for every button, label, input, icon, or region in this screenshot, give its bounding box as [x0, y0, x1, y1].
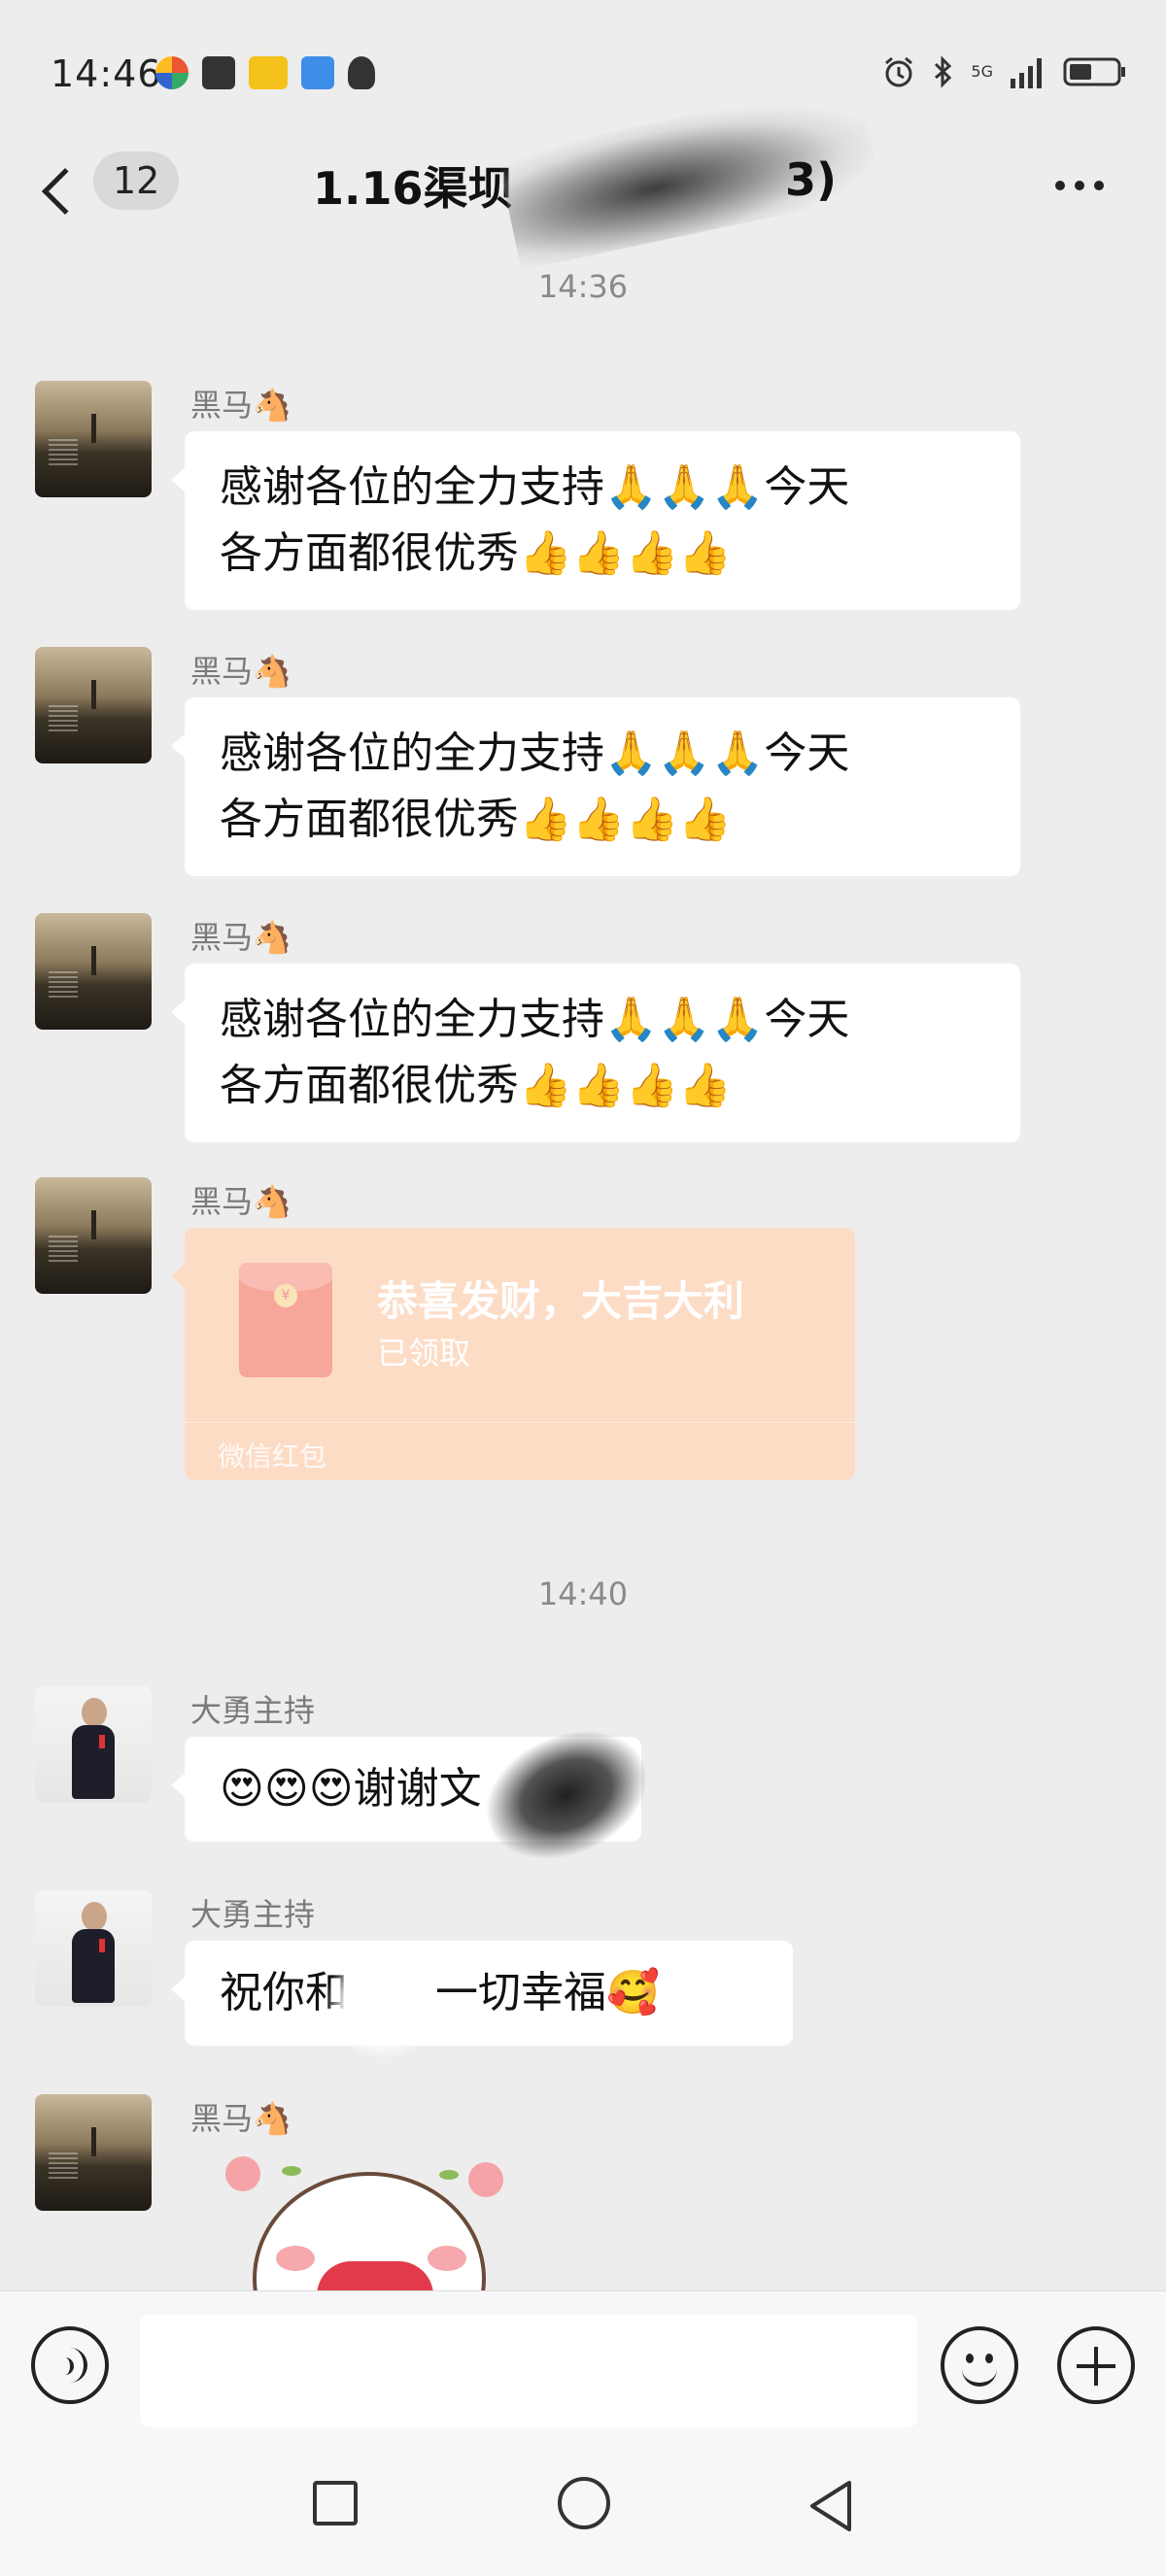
avatar[interactable] [35, 1177, 152, 1294]
thumbs-up-emoji: 👍👍👍👍 [519, 528, 733, 578]
chat-message: 大勇主持 祝你和 一切幸福🥰 [35, 1890, 1133, 2065]
divider [185, 1422, 855, 1423]
message-input-bar [0, 2290, 1166, 2438]
chat-title[interactable]: 1.16渠坝 [313, 153, 513, 218]
message-text: 谢谢文 [353, 1764, 482, 1813]
chat-message: 黑马🐴 感谢各位的全力支持🙏🙏🙏今天 各方面都很优秀👍👍👍👍 [35, 913, 1133, 1146]
sender-name: 大勇主持 [190, 1896, 316, 1933]
chat-message: 大勇主持 😍😍😍谢谢文 [35, 1686, 1133, 1882]
red-packet-status: 已领取 [377, 1335, 471, 1372]
chat-timestamp: 14:40 [537, 1576, 629, 1612]
shield-app-icon [301, 56, 334, 89]
sticker-face [253, 2172, 486, 2292]
chat-header: 12 1.16渠坝 3) [0, 79, 1166, 271]
sender-name: 黑马🐴 [190, 2100, 292, 2137]
bluetooth-icon [935, 55, 952, 88]
recent-apps-icon[interactable] [313, 2481, 358, 2525]
avatar[interactable] [35, 2094, 152, 2211]
redacted-scribble [466, 1708, 667, 1882]
voice-input-icon[interactable] [31, 2326, 109, 2404]
thumbs-up-emoji: 👍👍👍👍 [519, 795, 733, 844]
back-chevron-icon[interactable] [41, 167, 89, 216]
message-bubble[interactable]: 感谢各位的全力支持🙏🙏🙏今天 各方面都很优秀👍👍👍👍 [171, 964, 1020, 1142]
battery-icon [1063, 57, 1125, 86]
sender-name: 黑马🐴 [190, 387, 292, 424]
sender-name: 大勇主持 [190, 1692, 316, 1729]
more-options-icon[interactable] [1055, 181, 1104, 190]
pray-emoji: 🙏🙏🙏 [604, 729, 765, 778]
message-text: 各方面都很优秀 [220, 528, 519, 578]
red-packet-card[interactable]: ¥ 恭喜发财，大吉大利 已领取 微信红包 [171, 1228, 855, 1480]
chat-message: 黑马🐴 ¥ 恭喜发财，大吉大利 已领取 微信红包 [35, 1177, 1133, 1488]
message-text: 感谢各位的全力支持 [220, 462, 604, 512]
leaf-icon [282, 2166, 301, 2176]
avatar[interactable] [35, 1686, 152, 1803]
system-icons: 5G [881, 54, 1127, 89]
message-text: 今天 [764, 995, 850, 1044]
redacted-scribble [328, 1950, 435, 2057]
message-bubble[interactable]: 感谢各位的全力支持🙏🙏🙏今天 各方面都很优秀👍👍👍👍 [171, 431, 1020, 610]
sender-name: 黑马🐴 [190, 1183, 292, 1220]
sender-name: 黑马🐴 [190, 919, 292, 956]
emoji-icon[interactable] [941, 2326, 1018, 2404]
message-text: 今天 [764, 729, 850, 778]
chat-message: 黑马🐴 [35, 2094, 1133, 2288]
app-badge-icon [249, 56, 288, 89]
add-attachment-icon[interactable] [1057, 2326, 1135, 2404]
chat-member-count: 3) [785, 153, 838, 206]
colorful-app-icon [155, 56, 189, 89]
qq-penguin-icon [348, 56, 375, 89]
chat-message: 黑马🐴 感谢各位的全力支持🙏🙏🙏今天 各方面都很优秀👍👍👍👍 [35, 647, 1133, 880]
network-type: 5G [971, 62, 993, 81]
flower-icon [468, 2162, 503, 2197]
avatar[interactable] [35, 1890, 152, 2007]
sender-name: 黑马🐴 [190, 653, 292, 690]
message-text: 感谢各位的全力支持 [220, 729, 604, 778]
message-text: 各方面都很优秀 [220, 1061, 519, 1110]
pray-emoji: 🙏🙏🙏 [604, 995, 765, 1044]
alarm-icon [885, 56, 913, 87]
flower-icon [225, 2156, 260, 2191]
system-navigation-bar [0, 2438, 1166, 2576]
status-time: 14:46 [51, 52, 162, 95]
home-icon[interactable] [558, 2477, 610, 2529]
message-text: 一切幸福 [435, 1968, 606, 2017]
message-bubble[interactable]: 祝你和 一切幸福🥰 [171, 1941, 793, 2046]
smiling-hearts-emoji: 🥰 [606, 1968, 660, 2017]
status-bar: 14:46 5G [0, 0, 1166, 146]
notification-icons [155, 56, 375, 89]
avatar[interactable] [35, 647, 152, 763]
message-text: 今天 [764, 462, 850, 512]
signal-icon [1011, 58, 1042, 88]
red-packet-title: 恭喜发财，大吉大利 [377, 1277, 745, 1325]
avatar[interactable] [35, 913, 152, 1030]
message-text: 感谢各位的全力支持 [220, 995, 604, 1044]
message-input[interactable] [140, 2315, 917, 2427]
message-bubble[interactable]: 感谢各位的全力支持🙏🙏🙏今天 各方面都很优秀👍👍👍👍 [171, 697, 1020, 876]
message-text: 各方面都很优秀 [220, 795, 519, 844]
heart-eyes-emoji: 😍😍😍 [220, 1764, 354, 1813]
pray-emoji: 🙏🙏🙏 [604, 462, 765, 512]
leaf-icon [439, 2170, 459, 2180]
sticker-image[interactable] [214, 2137, 525, 2292]
unread-count-badge[interactable]: 12 [93, 152, 180, 210]
red-envelope-icon: ¥ [239, 1263, 332, 1377]
upload-icon [202, 56, 235, 89]
thumbs-up-emoji: 👍👍👍👍 [519, 1061, 733, 1110]
avatar[interactable] [35, 381, 152, 497]
chat-timestamp: 14:36 [537, 268, 629, 305]
red-packet-footer: 微信红包 [218, 1441, 327, 1473]
chat-message: 黑马🐴 感谢各位的全力支持🙏🙏🙏今天 各方面都很优秀👍👍👍👍 [35, 381, 1133, 614]
